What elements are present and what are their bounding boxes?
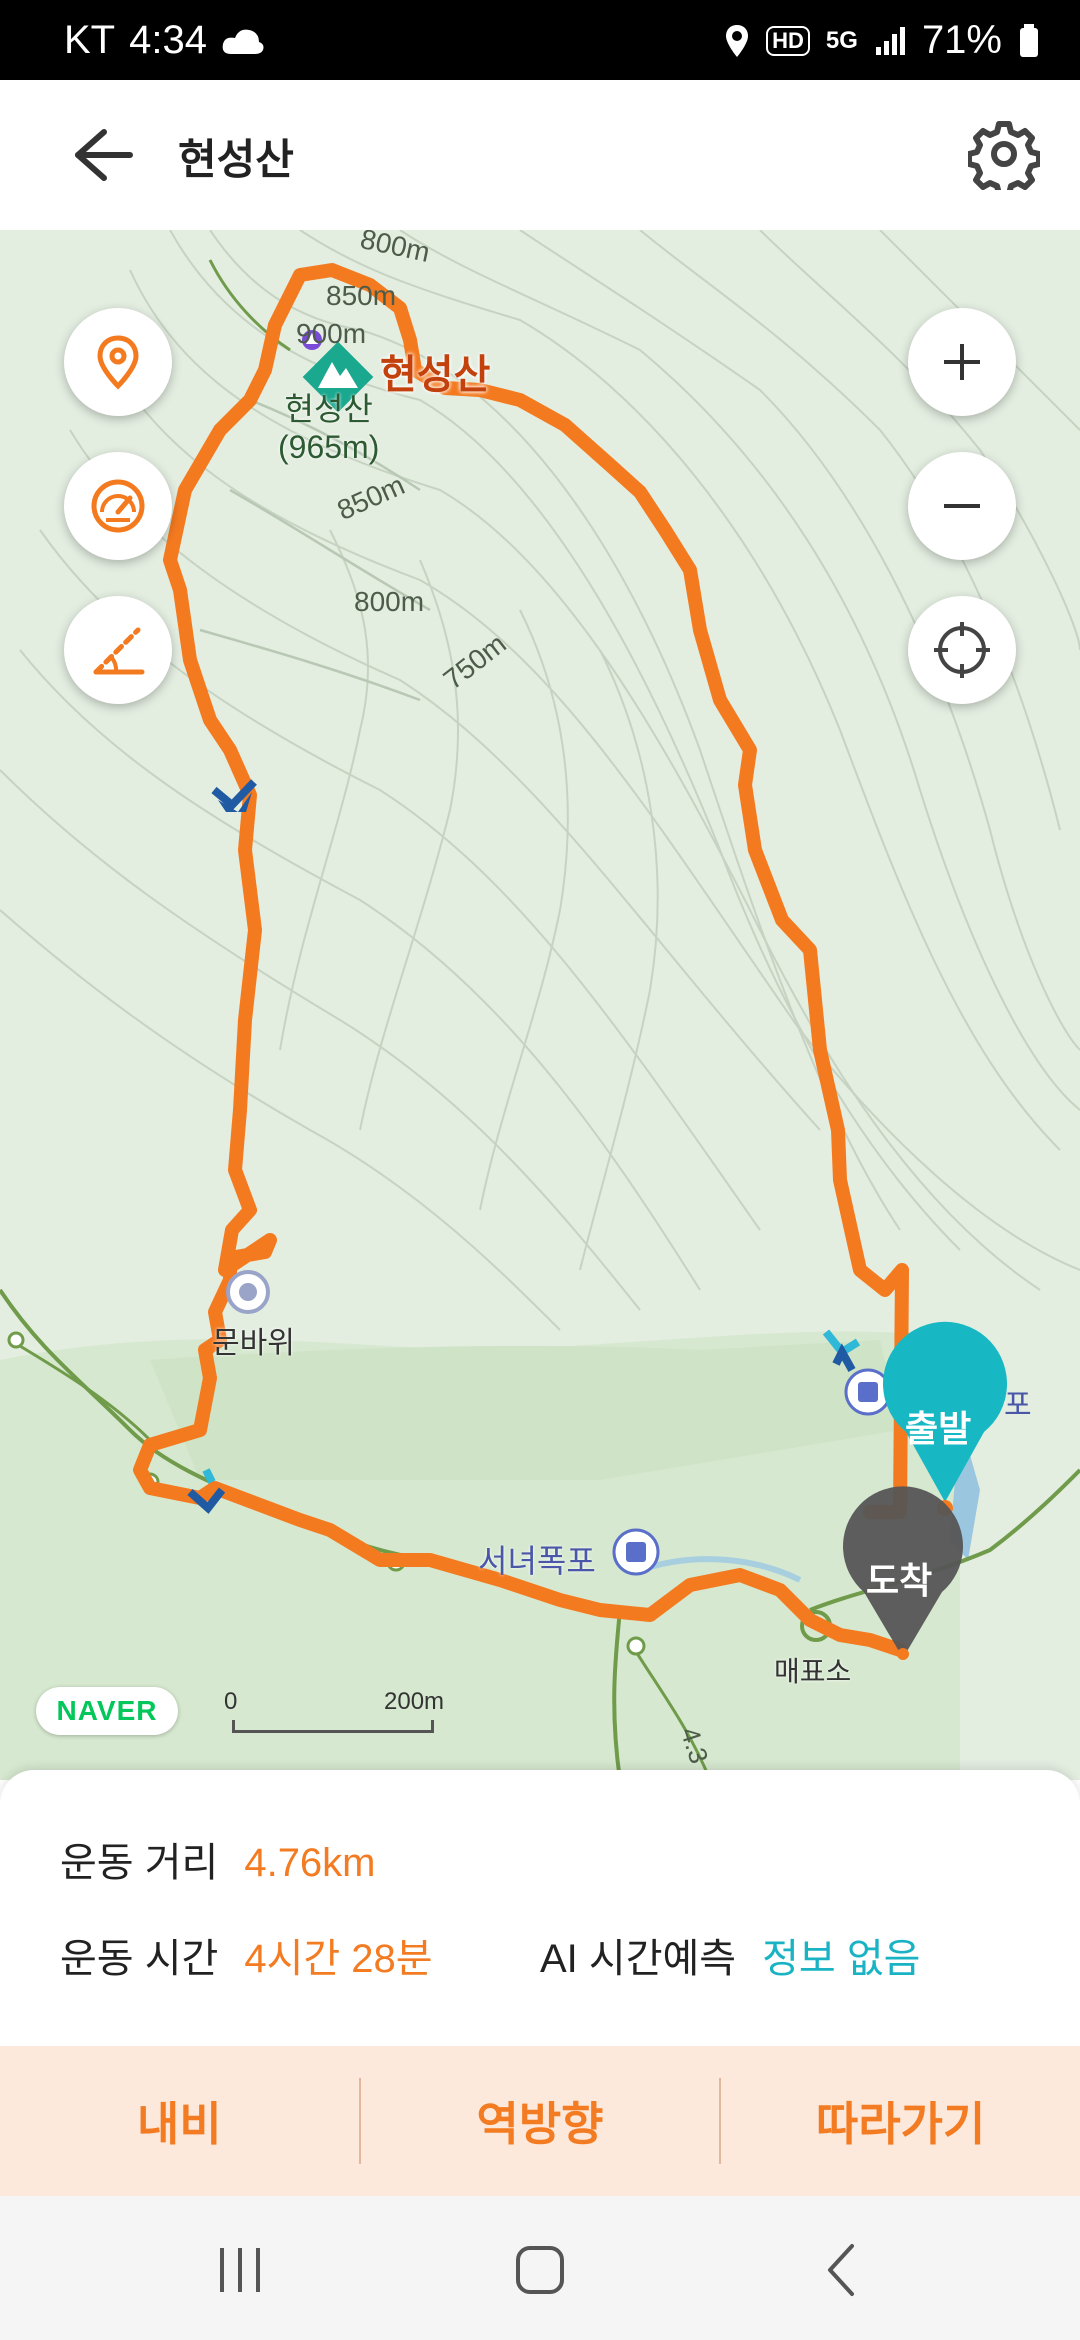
contour-800m-b: 800m (354, 586, 425, 617)
zoom-out-button[interactable] (908, 452, 1016, 560)
peak-title: 현성산 (380, 353, 491, 397)
peak-label: 현성산 (965m) (278, 390, 379, 466)
location-button[interactable] (64, 308, 172, 416)
end-marker-label[interactable]: 도착 (866, 1552, 932, 1604)
status-right: HD 5G 71% (724, 18, 1040, 63)
time-label: 운동 시간 (60, 1937, 219, 1981)
contour-850m: 850m (326, 280, 397, 311)
zoom-in-icon (944, 344, 980, 380)
cloud-icon (222, 29, 264, 54)
location-icon (726, 24, 749, 57)
place-label-waterfall: 서녀폭포 (478, 1543, 596, 1579)
map-scale: 0 200m (224, 1688, 445, 1733)
place-label-ticket-office: 매표소 (774, 1656, 852, 1687)
place-label-munbawi: 문바위 (212, 1327, 295, 1360)
time-stat: 운동 시간 4시간 28분 (60, 1926, 433, 1984)
home-icon[interactable] (510, 2240, 570, 2300)
navigate-button[interactable]: 내비 (0, 2046, 359, 2196)
scale-max: 200m (384, 1688, 445, 1715)
back-icon[interactable] (814, 2240, 874, 2300)
location-pin-icon (97, 335, 139, 390)
scale-bar (232, 1720, 434, 1733)
network-badge: 5G (825, 26, 858, 54)
clock: 4:34 (129, 18, 207, 62)
zoom-out-icon (944, 504, 980, 508)
speed-button[interactable] (64, 452, 172, 560)
action-bar: 내비 역방향 따라가기 (0, 2046, 1080, 2196)
recents-icon[interactable] (210, 2240, 270, 2300)
system-nav-bar (0, 2196, 1080, 2340)
gear-icon[interactable] (968, 118, 1040, 190)
follow-button[interactable]: 따라가기 (721, 2046, 1080, 2196)
my-location-button[interactable] (908, 596, 1016, 704)
time-value: 4시간 28분 (244, 1937, 433, 1981)
battery-percent: 71% (921, 18, 1002, 62)
status-left: KT 4:34 (64, 18, 265, 63)
scale-zero: 0 (224, 1688, 238, 1715)
distance-stat: 운동 거리 4.76km (60, 1830, 376, 1888)
slope-icon (93, 627, 145, 675)
ai-value: 정보 없음 (762, 1937, 921, 1981)
hd-badge: HD (766, 25, 810, 56)
ai-prediction-stat: AI 시간예측 정보 없음 (540, 1926, 920, 1984)
zoom-in-button[interactable] (908, 308, 1016, 416)
back-arrow-icon[interactable] (60, 120, 140, 190)
app-header: 현성산 (0, 80, 1080, 230)
battery-icon (1020, 23, 1038, 57)
page-title: 현성산 (178, 136, 294, 183)
start-marker-label[interactable]: 출발 (905, 1400, 971, 1452)
distance-value: 4.76km (244, 1841, 376, 1885)
contour-900m: 900m (296, 318, 367, 349)
distance-label: 운동 거리 (60, 1841, 219, 1885)
peak-label-elev: (965m) (278, 429, 380, 465)
status-bar: KT 4:34 HD 5G 71% (0, 0, 1080, 80)
ai-label: AI 시간예측 (540, 1937, 737, 1981)
signal-icon (875, 26, 905, 55)
slope-button[interactable] (64, 596, 172, 704)
speedometer-icon (91, 479, 145, 533)
place-label-partial: 포 (1004, 1389, 1032, 1422)
peak-label-name: 현성산 (284, 391, 373, 427)
reverse-button[interactable]: 역방향 (361, 2046, 720, 2196)
locate-icon (934, 622, 990, 678)
map-view[interactable]: 800m 850m 900m 850m 800m 750m 현성산 현성산 (9… (0, 230, 1080, 1780)
naver-logo: NAVER (36, 1687, 178, 1735)
carrier: KT (64, 18, 116, 62)
